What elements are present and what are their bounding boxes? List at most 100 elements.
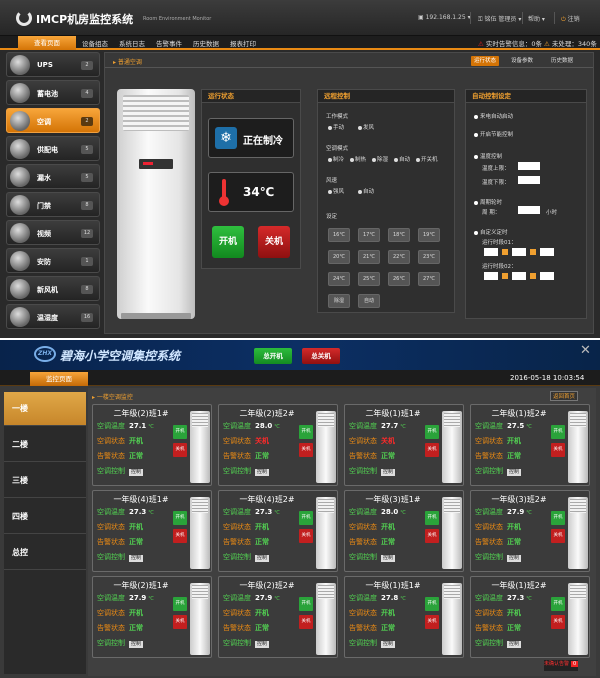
auto-button[interactable]: 自动 — [358, 294, 380, 308]
all-on-button[interactable]: 总开机 — [254, 348, 292, 364]
temp-button-16[interactable]: 16℃ — [328, 228, 350, 242]
power-off-button[interactable]: 关机 — [258, 226, 290, 258]
run-time-1-start[interactable] — [484, 248, 498, 256]
card-on-button[interactable]: 开机 — [173, 511, 187, 525]
card-off-button[interactable]: 关机 — [173, 615, 187, 629]
card-off-button[interactable]: 关机 — [299, 615, 313, 629]
control-button[interactable]: 控制 — [255, 555, 270, 562]
sidebar-item-security[interactable]: 安防 1 — [6, 248, 100, 273]
work-mode-radio-fan[interactable]: 发风 — [358, 123, 374, 131]
control-button[interactable]: 控制 — [507, 641, 522, 648]
card-on-button[interactable]: 开机 — [551, 511, 565, 525]
card-off-button[interactable]: 关机 — [299, 443, 313, 457]
work-mode-radio-manual[interactable]: 手动 — [328, 123, 344, 131]
run-time-1-mid[interactable] — [512, 248, 526, 256]
floor-item-2[interactable]: 二楼 — [4, 428, 86, 462]
card-off-button[interactable]: 关机 — [551, 529, 565, 543]
sidebar-item-ac[interactable]: 空调 2 — [6, 108, 100, 133]
run-time-2-end[interactable] — [540, 272, 554, 280]
card-off-button[interactable]: 关机 — [425, 615, 439, 629]
temp-button-25[interactable]: 25℃ — [358, 272, 380, 286]
temp-lower-input[interactable] — [518, 176, 540, 184]
logout-button[interactable]: ⏻ 注销 — [561, 14, 580, 24]
close-icon[interactable]: ✕ — [580, 343, 591, 358]
temp-button-22[interactable]: 22℃ — [388, 250, 410, 264]
temp-button-17[interactable]: 17℃ — [358, 228, 380, 242]
sidebar-item-access[interactable]: 门禁 8 — [6, 192, 100, 217]
dehumidify-button[interactable]: 除湿 — [328, 294, 350, 308]
back-home-button[interactable]: 返回首页 — [550, 391, 579, 401]
card-on-button[interactable]: 开机 — [551, 597, 565, 611]
sidebar-item-ups[interactable]: UPS 2 — [6, 52, 100, 77]
card-off-button[interactable]: 关机 — [173, 529, 187, 543]
card-on-button[interactable]: 开机 — [425, 511, 439, 525]
card-on-button[interactable]: 开机 — [299, 597, 313, 611]
all-off-button[interactable]: 总关机 — [302, 348, 340, 364]
realtime-alarm[interactable]: ⚠ 实时告警信息：0条 — [478, 38, 542, 48]
ac-mode-radio-dehumidify[interactable]: 除湿 — [372, 155, 388, 163]
sidebar-item-humidity[interactable]: 温湿度 16 — [6, 304, 100, 329]
device-params-button[interactable]: 设备参数 — [511, 56, 533, 66]
card-on-button[interactable]: 开机 — [299, 511, 313, 525]
ac-mode-radio-auto[interactable]: 自动 — [394, 155, 410, 163]
custom-timer-option[interactable]: 自定义定时 — [474, 228, 508, 236]
run-time-2-mid[interactable] — [512, 272, 526, 280]
card-off-button[interactable]: 关机 — [173, 443, 187, 457]
temp-button-23[interactable]: 23℃ — [418, 250, 440, 264]
nav-system-log[interactable]: 系统日志 — [119, 38, 145, 48]
nav-device-config[interactable]: 设备组态 — [82, 38, 108, 48]
card-off-button[interactable]: 关机 — [425, 443, 439, 457]
card-on-button[interactable]: 开机 — [299, 425, 313, 439]
sidebar-item-battery[interactable]: 蓄电池 4 — [6, 80, 100, 105]
temp-button-24[interactable]: 24℃ — [328, 272, 350, 286]
control-button[interactable]: 控制 — [381, 469, 396, 476]
control-button[interactable]: 控制 — [381, 555, 396, 562]
ac-mode-radio-power[interactable]: 开关机 — [416, 155, 438, 163]
sidebar-item-power[interactable]: 供配电 5 — [6, 136, 100, 161]
control-button[interactable]: 控制 — [255, 641, 270, 648]
control-button[interactable]: 控制 — [381, 641, 396, 648]
sidebar-item-leak[interactable]: 漏水 5 — [6, 164, 100, 189]
floor-item-3[interactable]: 三楼 — [4, 464, 86, 498]
sidebar-item-fresh-air[interactable]: 新风机 8 — [6, 276, 100, 301]
card-on-button[interactable]: 开机 — [173, 425, 187, 439]
temp-button-18[interactable]: 18℃ — [388, 228, 410, 242]
control-button[interactable]: 控制 — [507, 555, 522, 562]
sidebar-item-video[interactable]: 视频 12 — [6, 220, 100, 245]
floor-item-1[interactable]: 一楼 — [4, 392, 86, 426]
fan-radio-auto[interactable]: 自动 — [358, 187, 374, 195]
temp-control-option[interactable]: 温度控制 — [474, 152, 502, 160]
run-time-1-end[interactable] — [540, 248, 554, 256]
card-on-button[interactable]: 开机 — [173, 597, 187, 611]
floor-item-master[interactable]: 总控 — [4, 536, 86, 570]
card-on-button[interactable]: 开机 — [551, 425, 565, 439]
cycle-input[interactable] — [518, 206, 540, 214]
cycle-option[interactable]: 周期轮时 — [474, 198, 502, 206]
run-status-button[interactable]: 运行状态 — [471, 56, 500, 66]
temp-button-26[interactable]: 26℃ — [388, 272, 410, 286]
run-time-2-start[interactable] — [484, 272, 498, 280]
unhandled-alarm[interactable]: ⚠ 未处理：340条 — [544, 38, 597, 48]
control-button[interactable]: 控制 — [129, 555, 144, 562]
control-button[interactable]: 控制 — [129, 469, 144, 476]
temp-button-21[interactable]: 21℃ — [358, 250, 380, 264]
fan-radio-strong[interactable]: 强风 — [328, 187, 344, 195]
nav-view[interactable]: 查看页面 — [18, 36, 76, 50]
card-off-button[interactable]: 关机 — [299, 529, 313, 543]
card-off-button[interactable]: 关机 — [425, 529, 439, 543]
temp-button-19[interactable]: 19℃ — [418, 228, 440, 242]
nav-alarm-events[interactable]: 告警事件 — [156, 38, 182, 48]
temp-button-27[interactable]: 27℃ — [418, 272, 440, 286]
nav-report[interactable]: 报表打印 — [230, 38, 256, 48]
user-menu[interactable]: ⚿ 铭伍 管理员 ▾ — [478, 14, 521, 24]
history-data-button[interactable]: 历史数据 — [551, 56, 573, 66]
floor-item-4[interactable]: 四楼 — [4, 500, 86, 534]
unconfirmed-alarm[interactable]: 未确认告警 0 — [544, 660, 579, 671]
energy-save-option[interactable]: 开启节能控制 — [474, 130, 513, 138]
card-off-button[interactable]: 关机 — [551, 443, 565, 457]
card-on-button[interactable]: 开机 — [425, 597, 439, 611]
tab-monitor[interactable]: 监控页面 — [30, 372, 88, 386]
auto-start-option[interactable]: 来电自动启动 — [474, 112, 513, 120]
nav-history[interactable]: 历史数据 — [193, 38, 219, 48]
control-button[interactable]: 控制 — [507, 469, 522, 476]
